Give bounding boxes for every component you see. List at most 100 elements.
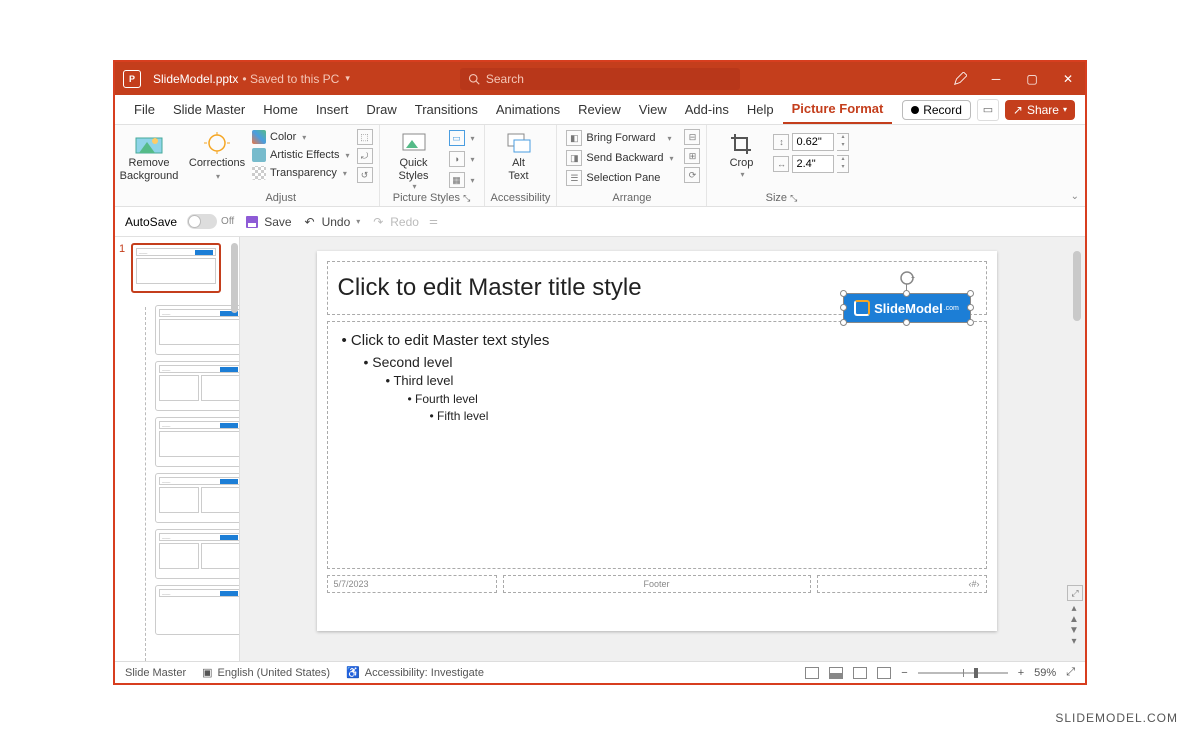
tab-view[interactable]: View <box>630 95 676 124</box>
rotate-button[interactable]: ⟳ <box>684 167 700 183</box>
color-button[interactable]: Color▾ <box>249 129 353 145</box>
title-dropdown-icon[interactable]: ▾ <box>345 73 350 84</box>
layout-thumbnail[interactable]: _____ <box>155 305 240 355</box>
tab-addins[interactable]: Add-ins <box>676 95 738 124</box>
remove-background-button[interactable]: Remove Background <box>121 129 177 182</box>
date-placeholder[interactable]: 5/7/2023 <box>327 575 497 593</box>
qat-overflow-icon[interactable]: ⚌ <box>429 216 438 227</box>
search-input[interactable]: Search <box>460 68 740 90</box>
tab-transitions[interactable]: Transitions <box>406 95 487 124</box>
resize-handle[interactable] <box>840 304 847 311</box>
autosave-toggle[interactable]: Off <box>187 214 234 229</box>
thumbnail-panel[interactable]: 1 _____ _____ _____ _____ _____ _____ __… <box>115 237 240 661</box>
resize-handle[interactable] <box>967 304 974 311</box>
fit-button[interactable]: ⤢ <box>1066 666 1075 679</box>
layout-thumbnail[interactable]: _____ <box>155 585 240 635</box>
status-mode[interactable]: Slide Master <box>125 667 186 679</box>
group-button[interactable]: ⊞ <box>684 148 700 164</box>
tab-draw[interactable]: Draw <box>357 95 405 124</box>
tab-review[interactable]: Review <box>569 95 630 124</box>
footer-placeholder[interactable]: Footer <box>503 575 811 593</box>
nav-arrows[interactable]: ▴▲▼▾ <box>1067 603 1081 647</box>
layout-thumbnail[interactable]: _____ <box>155 529 240 579</box>
align-button[interactable]: ⊟ <box>684 129 700 145</box>
save-status: • Saved to this PC <box>242 72 339 86</box>
compress-pictures-button[interactable]: ⬚ <box>357 129 373 145</box>
accessibility-group-label: Accessibility <box>491 191 551 204</box>
crop-button[interactable]: Crop▾ <box>713 129 769 179</box>
transparency-button[interactable]: Transparency▾ <box>249 165 353 181</box>
layout-thumbnail[interactable]: _____ <box>155 417 240 467</box>
resize-handle[interactable] <box>967 319 974 326</box>
zoom-in-button[interactable]: + <box>1018 667 1024 679</box>
slide[interactable]: Click to edit Master title style Click t… <box>317 251 997 631</box>
reading-view-button[interactable] <box>853 667 867 679</box>
record-button[interactable]: Record <box>902 100 971 120</box>
layout-thumbnail[interactable]: _____ <box>155 361 240 411</box>
tab-slide-master[interactable]: Slide Master <box>164 95 254 124</box>
body-placeholder[interactable]: Click to edit Master text styles Second … <box>327 321 987 569</box>
resize-handle[interactable] <box>840 290 847 297</box>
zoom-value[interactable]: 59% <box>1034 667 1056 679</box>
selected-logo-image[interactable]: SlideModel.com <box>843 293 971 323</box>
reset-picture-button[interactable]: ↺ <box>357 167 373 183</box>
height-field[interactable]: ↕▴▾ <box>773 133 849 151</box>
tab-file[interactable]: File <box>125 95 164 124</box>
thumbnail-scrollbar[interactable] <box>231 243 238 313</box>
alt-text-button[interactable]: Alt Text <box>491 129 547 182</box>
size-group-label: Size ⤡ <box>713 191 849 204</box>
slidenum-placeholder[interactable]: ‹#› <box>817 575 987 593</box>
arrange-group-label: Arrange <box>563 191 700 204</box>
zoom-out-button[interactable]: − <box>901 667 907 679</box>
master-thumbnail[interactable]: _____ <box>131 243 221 293</box>
share-button[interactable]: ↗Share▾ <box>1005 100 1075 120</box>
quick-styles-button[interactable]: Quick Styles▾ <box>386 129 442 191</box>
width-field[interactable]: ↔▴▾ <box>773 155 849 173</box>
resize-handle[interactable] <box>903 290 910 297</box>
tab-insert[interactable]: Insert <box>307 95 358 124</box>
picture-effects-button[interactable]: ◑▾ <box>446 150 478 168</box>
redo-button[interactable]: ↷Redo <box>370 214 419 230</box>
collapse-ribbon-icon[interactable]: ⌄ <box>1071 191 1079 202</box>
undo-button[interactable]: ↶Undo▾ <box>302 214 361 230</box>
save-button[interactable]: Save <box>244 214 291 230</box>
pen-icon[interactable] <box>951 70 969 88</box>
logo-icon <box>854 300 870 316</box>
zoom-slider[interactable] <box>918 672 1008 674</box>
artistic-effects-button[interactable]: Artistic Effects▾ <box>249 147 353 163</box>
powerpoint-icon: P <box>123 70 141 88</box>
tab-help[interactable]: Help <box>738 95 783 124</box>
selection-pane-button[interactable]: ☰Selection Pane <box>563 169 676 187</box>
close-button[interactable]: ✕ <box>1059 70 1077 88</box>
tab-picture-format[interactable]: Picture Format <box>783 95 893 124</box>
title-bar: P SlideModel.pptx • Saved to this PC ▾ S… <box>115 62 1085 95</box>
fit-to-window-button[interactable]: ⤢ <box>1067 585 1083 601</box>
workspace: 1 _____ _____ _____ _____ _____ _____ __… <box>115 237 1085 661</box>
bring-forward-button[interactable]: ◧Bring Forward▾ <box>563 129 676 147</box>
canvas-scrollbar[interactable] <box>1073 251 1081 321</box>
resize-handle[interactable] <box>967 290 974 297</box>
change-picture-button[interactable]: ⤾ <box>357 148 373 164</box>
slideshow-button[interactable] <box>877 667 891 679</box>
picture-layout-button[interactable]: ▦▾ <box>446 171 478 189</box>
filename[interactable]: SlideModel.pptx <box>153 72 238 86</box>
status-language[interactable]: ▣English (United States) <box>202 666 330 679</box>
present-button[interactable]: ▭ <box>977 99 999 121</box>
minimize-button[interactable]: ─ <box>987 70 1005 88</box>
tab-animations[interactable]: Animations <box>487 95 569 124</box>
resize-handle[interactable] <box>903 319 910 326</box>
send-backward-button[interactable]: ◨Send Backward▾ <box>563 149 676 167</box>
corrections-button[interactable]: Corrections▾ <box>189 129 245 181</box>
status-accessibility[interactable]: ♿Accessibility: Investigate <box>346 666 484 679</box>
picture-styles-group-label: Picture Styles ⤡ <box>386 191 478 204</box>
resize-handle[interactable] <box>840 319 847 326</box>
autosave-label: AutoSave <box>125 215 177 229</box>
tab-home[interactable]: Home <box>254 95 307 124</box>
maximize-button[interactable]: ▢ <box>1023 70 1041 88</box>
sorter-view-button[interactable] <box>829 667 843 679</box>
normal-view-button[interactable] <box>805 667 819 679</box>
picture-border-button[interactable]: ▭▾ <box>446 129 478 147</box>
slide-canvas[interactable]: ⤢ ▴▲▼▾ Click to edit Master title style … <box>240 237 1085 661</box>
rotate-handle[interactable] <box>899 270 915 286</box>
layout-thumbnail[interactable]: _____ <box>155 473 240 523</box>
